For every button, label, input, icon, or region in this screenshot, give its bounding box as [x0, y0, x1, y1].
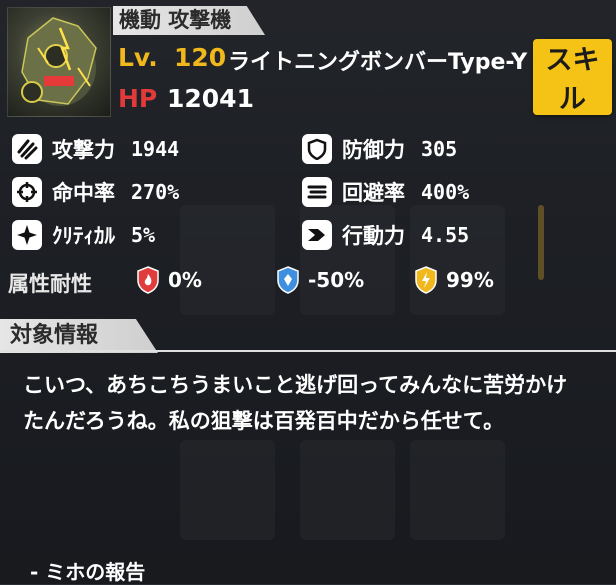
resistance-label: 属性耐性: [8, 272, 92, 296]
resistance-fire: 0%: [136, 266, 202, 294]
stat-critical-value: 5%: [131, 223, 156, 247]
hp-label: HP: [118, 84, 158, 113]
stat-attack-label: 攻撃力: [52, 138, 115, 162]
stat-critical: ｸﾘﾃｨｶﾙ 5%: [12, 220, 155, 250]
level-value: 120: [174, 43, 227, 72]
stat-action: 行動力 4.55: [302, 220, 469, 250]
speed-lines-icon: [302, 177, 332, 207]
stat-critical-label: ｸﾘﾃｨｶﾙ: [52, 224, 115, 248]
hp-value: 12041: [167, 84, 254, 113]
chevron-right-icon: [302, 220, 332, 250]
resistance-thunder: 99%: [414, 266, 494, 294]
ice-icon: [277, 266, 299, 294]
stat-attack: 攻撃力 1944: [12, 134, 179, 164]
sparkle-icon: [12, 220, 42, 250]
unit-name: ライトニングボンバーType-Y: [228, 50, 528, 75]
target-info-text: こいつ、あちこちうまいこと逃げ回ってみんなに苦労かけたんだろうね。私の狙撃は百発…: [23, 373, 568, 433]
shield-icon: [302, 134, 332, 164]
stat-accuracy-label: 命中率: [52, 181, 115, 205]
unit-class-label: 機動 攻撃機: [113, 6, 265, 35]
resistance-ice: -50%: [276, 266, 364, 294]
crosshair-icon: [12, 177, 42, 207]
stat-defense-label: 防御力: [342, 138, 405, 162]
stat-attack-value: 1944: [131, 137, 180, 161]
stat-accuracy-value: 270%: [131, 180, 180, 204]
stat-evasion-label: 回避率: [342, 181, 405, 205]
stat-accuracy: 命中率 270%: [12, 177, 179, 207]
resistance-thunder-value: 99%: [446, 268, 494, 292]
unit-portrait: [7, 7, 111, 117]
stat-evasion: 回避率 400%: [302, 177, 469, 207]
stat-evasion-value: 400%: [421, 180, 470, 204]
skill-button[interactable]: スキル: [533, 39, 612, 115]
claw-slash-icon: [12, 134, 42, 164]
target-info-title: 対象情報: [0, 319, 158, 353]
stat-action-label: 行動力: [342, 224, 405, 248]
stat-defense-value: 305: [421, 137, 458, 161]
resistance-fire-value: 0%: [168, 268, 202, 292]
scrollbar[interactable]: [538, 205, 544, 280]
resistance-ice-value: -50%: [308, 268, 365, 292]
target-info-divider: [0, 350, 616, 352]
stat-action-value: 4.55: [421, 223, 470, 247]
target-info-reporter: - ミホの報告: [30, 560, 146, 584]
stat-defense: 防御力 305: [302, 134, 457, 164]
lightning-icon: [415, 266, 437, 294]
level-label: Lv.: [118, 43, 158, 72]
robot-icon: [21, 17, 97, 106]
fire-icon: [137, 266, 159, 294]
